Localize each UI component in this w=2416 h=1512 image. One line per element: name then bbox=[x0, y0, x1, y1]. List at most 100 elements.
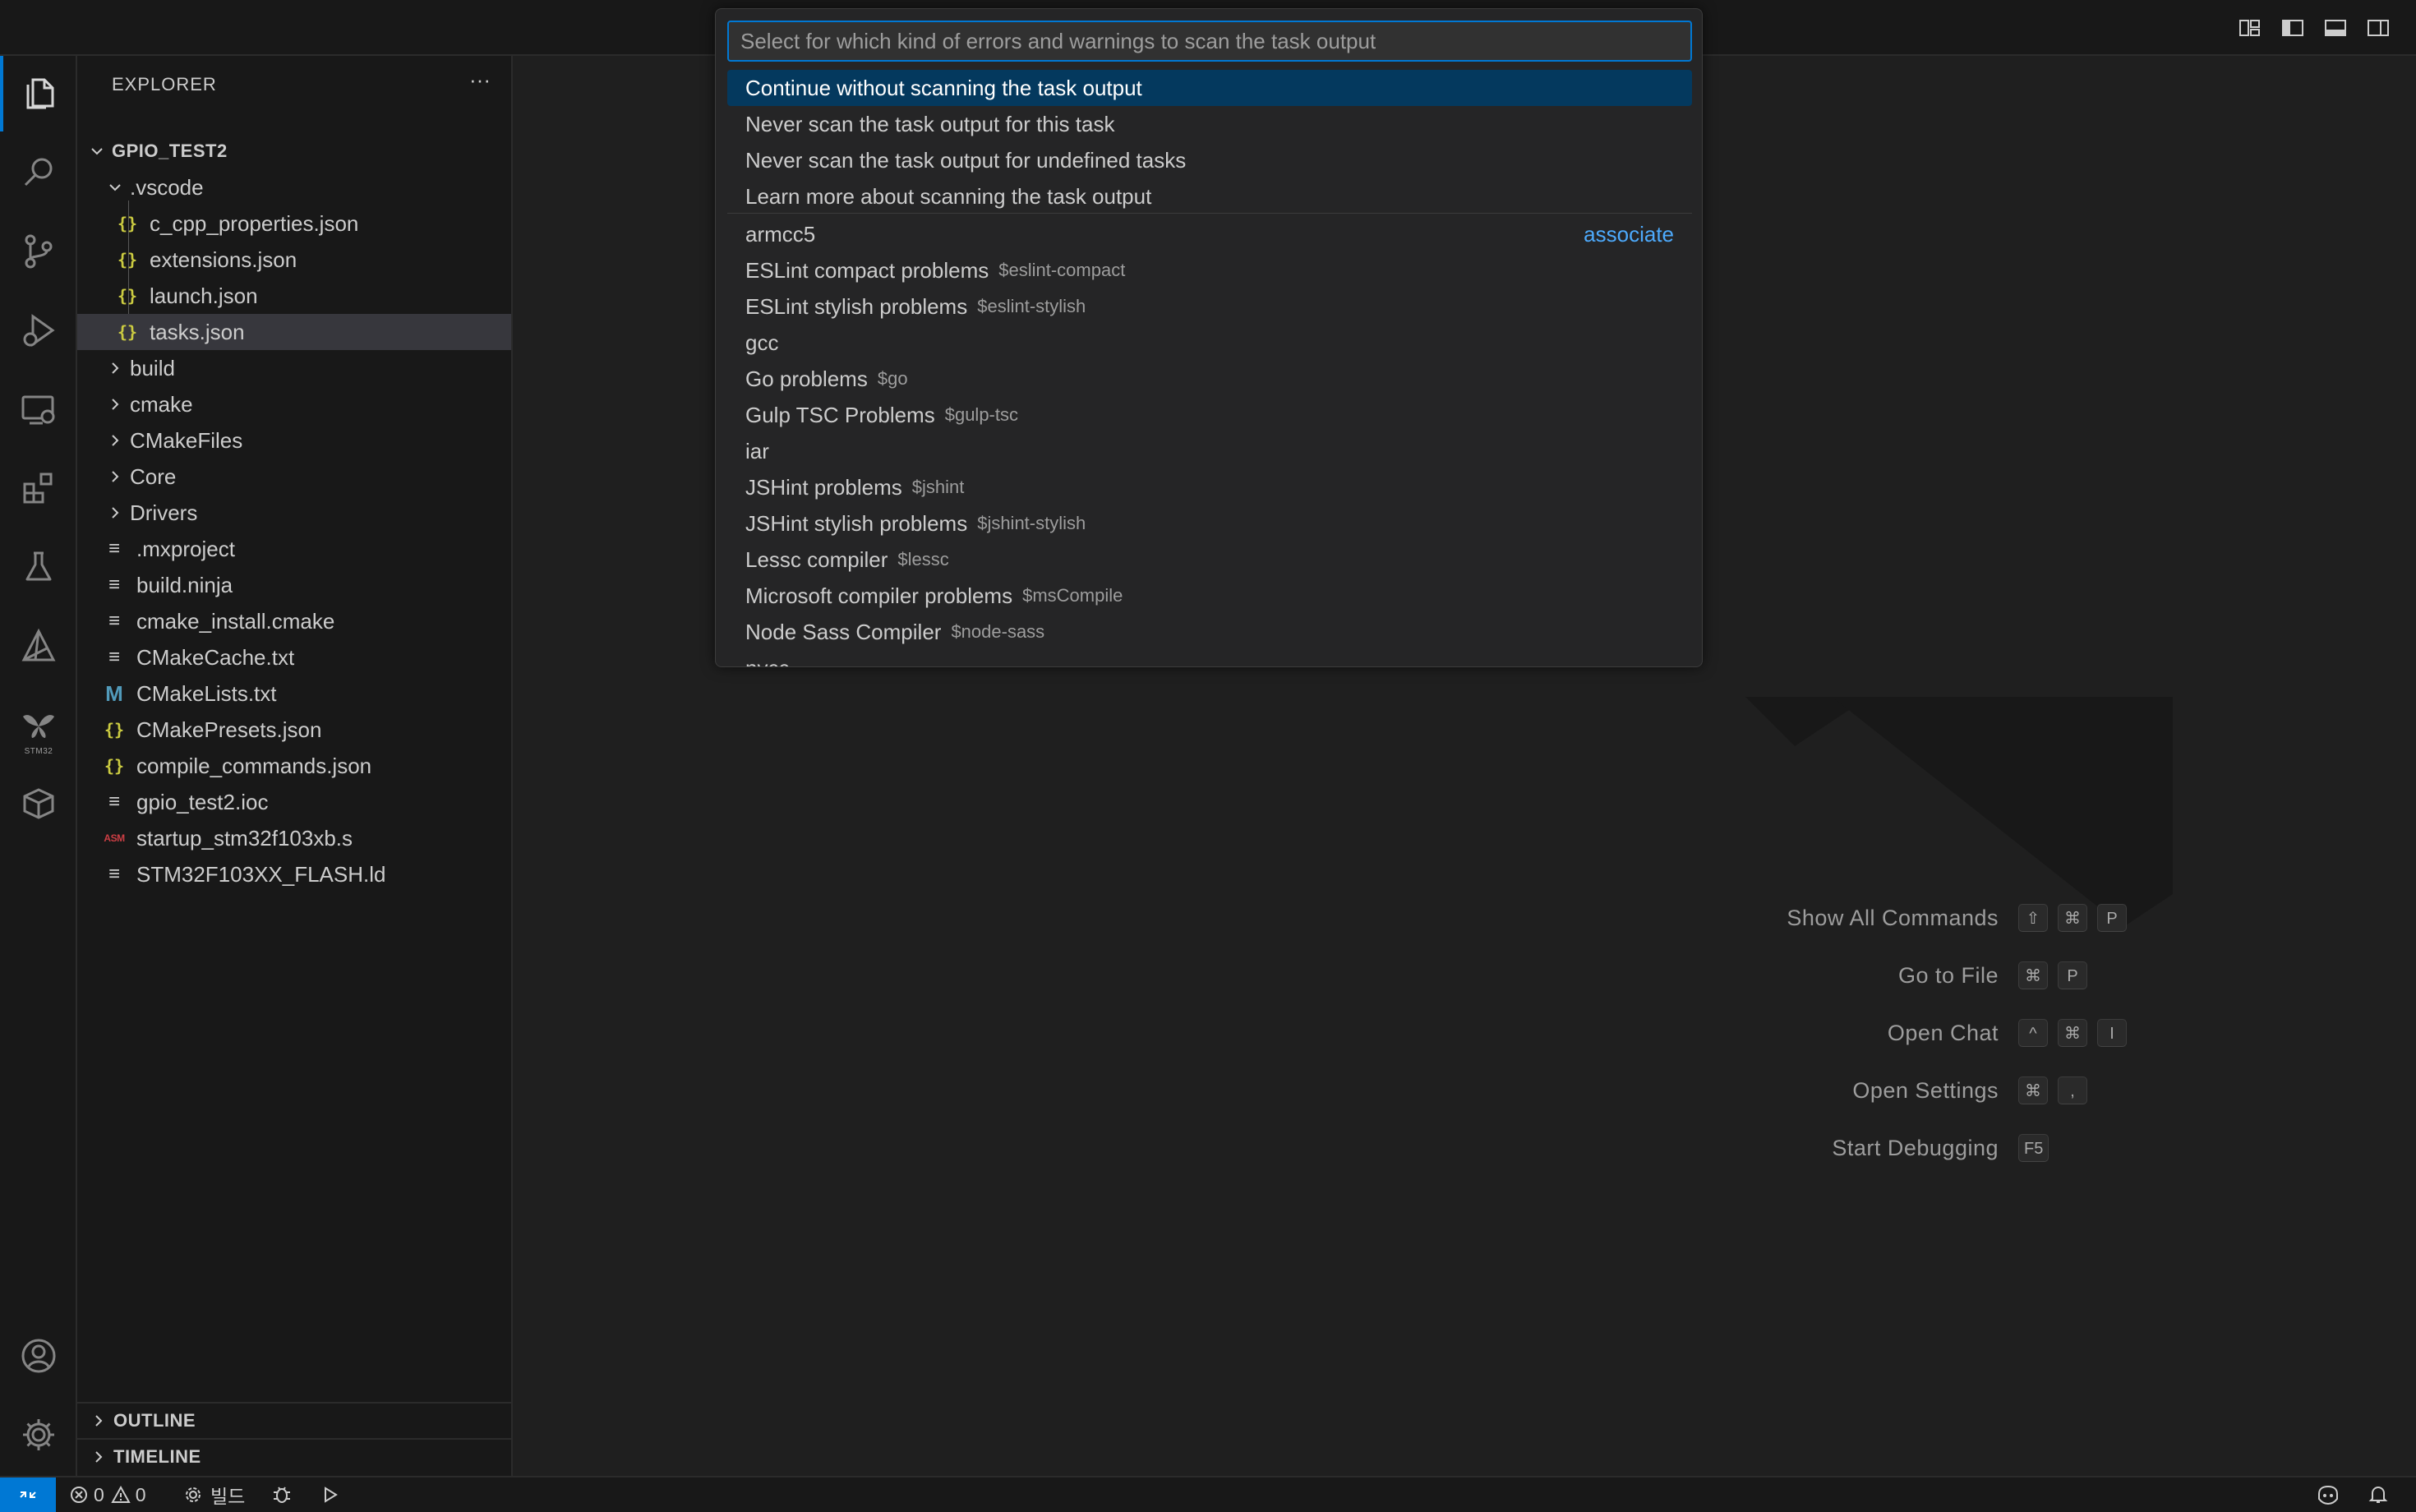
problems-status[interactable]: 0 0 bbox=[69, 1477, 146, 1512]
customize-layout-icon[interactable] bbox=[2235, 13, 2265, 43]
folder-label: Drivers bbox=[130, 500, 198, 525]
problem-matcher-item[interactable]: Microsoft compiler problems $msCompile bbox=[727, 578, 1692, 614]
matcher-id: $eslint-compact bbox=[998, 260, 1126, 280]
remote-indicator-icon[interactable] bbox=[0, 1477, 56, 1512]
run-debug-icon[interactable] bbox=[0, 293, 77, 368]
warning-count: 0 bbox=[135, 1483, 146, 1505]
option-label: Learn more about scanning the task outpu… bbox=[745, 183, 1152, 209]
quick-pick-option[interactable]: Never scan the task output for this task bbox=[727, 106, 1692, 142]
separator bbox=[727, 213, 1692, 214]
matcher-label: JSHint stylish problems bbox=[745, 510, 968, 536]
tree-file[interactable]: ≡ cmake_install.cmake bbox=[77, 603, 511, 639]
lines-file-icon: ≡ bbox=[108, 791, 120, 813]
file-label: CMakePresets.json bbox=[136, 717, 322, 742]
more-actions-icon[interactable]: ··· bbox=[463, 69, 496, 95]
json-file-icon: {} bbox=[117, 322, 138, 342]
search-icon[interactable] bbox=[0, 135, 77, 210]
cmake-icon[interactable] bbox=[0, 608, 77, 684]
testing-icon[interactable] bbox=[0, 529, 77, 605]
quick-pick-input[interactable] bbox=[727, 21, 1692, 62]
tree-folder[interactable]: CMakeFiles bbox=[77, 422, 511, 459]
build-task-button[interactable]: 빌드 bbox=[182, 1477, 245, 1512]
tree-folder[interactable]: Drivers bbox=[77, 495, 511, 531]
tree-file[interactable]: {} compile_commands.json bbox=[77, 748, 511, 784]
settings-gear-icon[interactable] bbox=[0, 1397, 77, 1473]
problem-matcher-item[interactable]: nvcc bbox=[727, 650, 1692, 667]
run-button[interactable] bbox=[320, 1477, 340, 1512]
problem-matcher-item[interactable]: Gulp TSC Problems $gulp-tsc bbox=[727, 397, 1692, 433]
associate-link[interactable]: associate bbox=[1584, 222, 1674, 247]
quick-pick-option[interactable]: Never scan the task output for undefined… bbox=[727, 142, 1692, 178]
quick-pick-option[interactable]: Learn more about scanning the task outpu… bbox=[727, 178, 1692, 214]
tree-file[interactable]: ≡ STM32F103XX_FLASH.ld bbox=[77, 856, 511, 892]
source-control-icon[interactable] bbox=[0, 214, 77, 289]
problem-matcher-item[interactable]: armcc5 associate bbox=[727, 216, 1692, 252]
tree-file[interactable]: ≡ CMakeCache.txt bbox=[77, 639, 511, 675]
folder-label: CMakeFiles bbox=[130, 427, 243, 453]
chevron-right-icon bbox=[105, 467, 125, 486]
tree-file[interactable]: M CMakeLists.txt bbox=[77, 675, 511, 712]
chevron-down-icon bbox=[105, 177, 125, 197]
copilot-button[interactable] bbox=[2316, 1477, 2340, 1512]
workspace-root[interactable]: GPIO_TEST2 bbox=[77, 133, 511, 169]
explorer-icon[interactable] bbox=[0, 56, 77, 131]
matcher-label: Lessc compiler bbox=[745, 546, 888, 572]
timeline-section[interactable]: TIMELINE bbox=[77, 1438, 511, 1474]
file-label: extensions.json bbox=[150, 247, 297, 272]
notifications-button[interactable] bbox=[2368, 1477, 2388, 1512]
tree-file[interactable]: ≡ .mxproject bbox=[77, 531, 511, 567]
tree-file[interactable]: {} launch.json bbox=[77, 278, 511, 314]
gear-icon bbox=[186, 1487, 201, 1502]
tree-file[interactable]: {} extensions.json bbox=[77, 242, 511, 278]
command-label: Open Settings bbox=[1852, 1077, 1999, 1103]
tree-file[interactable]: ASM startup_stm32f103xb.s bbox=[77, 820, 511, 856]
lines-file-icon: ≡ bbox=[108, 646, 120, 668]
quick-pick-option-selected[interactable]: Continue without scanning the task outpu… bbox=[727, 70, 1692, 106]
command-hint-row: Go to File ⌘ P bbox=[513, 947, 2416, 1004]
tree-file-selected[interactable]: {} tasks.json bbox=[77, 314, 511, 350]
problem-matcher-item[interactable]: ESLint compact problems $eslint-compact bbox=[727, 252, 1692, 288]
tree-folder[interactable]: build bbox=[77, 350, 511, 386]
problem-matcher-item[interactable]: Go problems $go bbox=[727, 361, 1692, 397]
workspace-root-label: GPIO_TEST2 bbox=[112, 141, 228, 161]
extensions-icon[interactable] bbox=[0, 450, 77, 526]
matcher-id: $gulp-tsc bbox=[944, 404, 1018, 425]
tree-file[interactable]: {} c_cpp_properties.json bbox=[77, 205, 511, 242]
chevron-right-icon bbox=[105, 503, 125, 523]
file-label: compile_commands.json bbox=[136, 753, 372, 778]
tree-file[interactable]: ≡ build.ninja bbox=[77, 567, 511, 603]
problem-matcher-item[interactable]: iar bbox=[727, 433, 1692, 469]
stm32-icon[interactable]: STM32 bbox=[0, 687, 77, 763]
outline-section[interactable]: OUTLINE bbox=[77, 1402, 511, 1438]
build-label: 빌드 bbox=[210, 1486, 246, 1507]
shortcut-key: ⌘ bbox=[2018, 1076, 2048, 1104]
problem-matcher-item[interactable]: JSHint problems $jshint bbox=[727, 469, 1692, 505]
chevron-right-icon bbox=[105, 431, 125, 450]
matcher-label: nvcc bbox=[745, 656, 789, 667]
debug-button[interactable] bbox=[271, 1477, 293, 1512]
tree-folder[interactable]: Core bbox=[77, 459, 511, 495]
packages-icon[interactable] bbox=[0, 766, 77, 841]
lines-file-icon: ≡ bbox=[108, 574, 120, 596]
matcher-id: $jshint bbox=[911, 477, 965, 497]
problem-matcher-item[interactable]: ESLint stylish problems $eslint-stylish bbox=[727, 288, 1692, 325]
toggle-panel-icon[interactable] bbox=[2321, 13, 2350, 43]
matcher-id: $lessc bbox=[897, 549, 949, 569]
problem-matcher-item[interactable]: JSHint stylish problems $jshint-stylish bbox=[727, 505, 1692, 542]
toggle-secondary-sidebar-icon[interactable] bbox=[2363, 13, 2393, 43]
tree-folder-vscode[interactable]: .vscode bbox=[77, 169, 511, 205]
problem-matcher-item[interactable]: Node Sass Compiler $node-sass bbox=[727, 614, 1692, 650]
tree-file[interactable]: {} CMakePresets.json bbox=[77, 712, 511, 748]
tree-file[interactable]: ≡ gpio_test2.ioc bbox=[77, 784, 511, 820]
lines-file-icon: ≡ bbox=[108, 610, 120, 632]
toggle-primary-sidebar-icon[interactable] bbox=[2278, 13, 2308, 43]
remote-explorer-icon[interactable] bbox=[0, 371, 77, 447]
tree-folder[interactable]: cmake bbox=[77, 386, 511, 422]
account-icon[interactable] bbox=[0, 1318, 77, 1394]
problem-matcher-item[interactable]: gcc bbox=[727, 325, 1692, 361]
problem-matcher-item[interactable]: Lessc compiler $lessc bbox=[727, 542, 1692, 578]
matcher-label: Microsoft compiler problems bbox=[745, 583, 1013, 608]
json-file-icon: {} bbox=[104, 756, 125, 776]
file-label: CMakeLists.txt bbox=[136, 680, 277, 706]
matcher-id: $jshint-stylish bbox=[977, 513, 1086, 533]
